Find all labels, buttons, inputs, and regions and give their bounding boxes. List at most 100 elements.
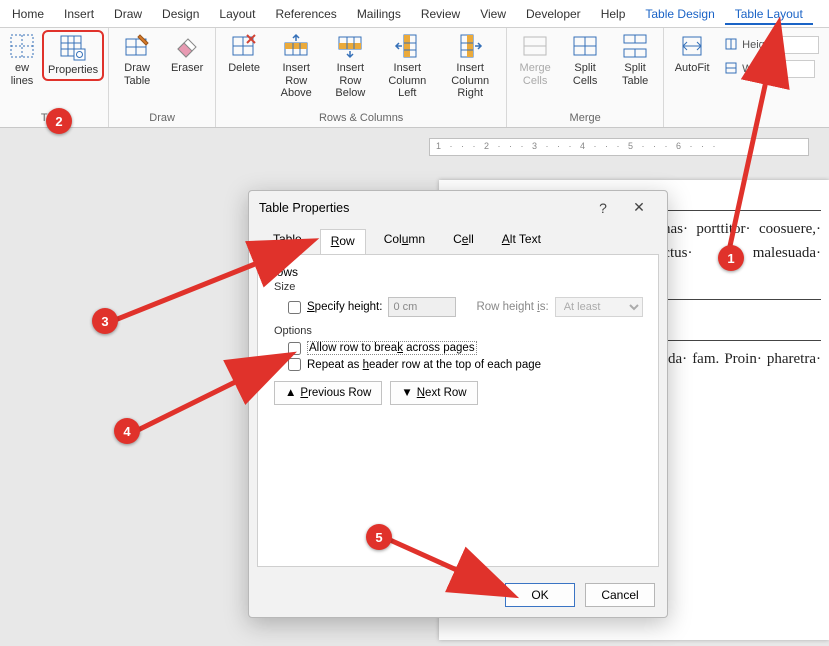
width-row: Width: — [724, 60, 819, 78]
insert-column-right-button[interactable]: Insert Column Right — [438, 30, 502, 102]
menu-layout[interactable]: Layout — [209, 3, 265, 25]
delete-icon — [230, 32, 258, 60]
annotation-badge-5: 5 — [366, 524, 392, 550]
menu-design[interactable]: Design — [152, 3, 209, 25]
table-properties-dialog: Table Properties ? ✕ Table Row Column Ce… — [248, 190, 668, 618]
height-input[interactable] — [781, 36, 819, 54]
ribbon-group-rows-columns: Delete Insert Row Above Insert Row Below… — [216, 28, 507, 127]
merge-cells-button[interactable]: Merge Cells — [511, 30, 559, 89]
properties-label: Properties — [48, 64, 98, 77]
view-gridlines-button[interactable]: ew lines — [4, 30, 40, 89]
merge-cells-icon — [521, 32, 549, 60]
ruler-ticks: 1 · · · 2 · · · 3 · · · 4 · · · 5 · · · … — [430, 139, 808, 151]
group-label-cellsize — [668, 122, 825, 127]
menu-draw[interactable]: Draw — [104, 3, 152, 25]
draw-table-button[interactable]: Draw Table — [113, 30, 161, 89]
dialog-body: Rows Size Specify height: Row height is:… — [257, 254, 659, 567]
dialog-tabs: Table Row Column Cell Alt Text — [249, 224, 667, 254]
size-subsection-label: Size — [274, 281, 648, 293]
group-label-merge: Merge — [511, 110, 659, 127]
properties-icon — [59, 34, 87, 62]
insert-row-below-button[interactable]: Insert Row Below — [324, 30, 376, 102]
annotation-badge-4: 4 — [114, 418, 140, 444]
specify-height-input[interactable] — [388, 297, 456, 317]
insert-right-label: Insert Column Right — [442, 62, 498, 100]
width-label: Width: — [742, 63, 773, 75]
menu-help[interactable]: Help — [591, 3, 636, 25]
repeat-header-checkbox[interactable] — [288, 358, 301, 371]
next-row-button[interactable]: ▼Next Row — [390, 381, 477, 405]
help-icon[interactable]: ? — [585, 200, 621, 216]
draw-table-icon — [123, 32, 151, 60]
split-table-button[interactable]: Split Table — [611, 30, 659, 89]
autofit-label: AutoFit — [675, 62, 710, 75]
insert-left-icon — [393, 32, 421, 60]
repeat-header-label: Repeat as header row at the top of each … — [307, 359, 541, 371]
tab-table[interactable]: Table — [263, 228, 312, 254]
dialog-footer: OK Cancel — [249, 575, 667, 617]
width-input[interactable] — [777, 60, 815, 78]
split-table-icon — [621, 32, 649, 60]
horizontal-ruler[interactable]: 1 · · · 2 · · · 3 · · · 4 · · · 5 · · · … — [429, 138, 809, 156]
tab-cell[interactable]: Cell — [443, 228, 484, 254]
ribbon-group-draw: Draw Table Eraser Draw — [109, 28, 216, 127]
arrow-down-icon: ▼ — [401, 387, 412, 399]
allow-break-label: Allow row to break across pages — [307, 341, 477, 355]
ribbon-group-cellsize: AutoFit Height: Width: — [664, 28, 829, 127]
menu-insert[interactable]: Insert — [54, 3, 104, 25]
insert-above-label: Insert Row Above — [274, 62, 318, 100]
close-icon[interactable]: ✕ — [621, 199, 657, 216]
arrow-up-icon: ▲ — [285, 387, 296, 399]
height-row: Height: — [724, 36, 819, 54]
options-subsection-label: Options — [274, 325, 648, 337]
height-label: Height: — [742, 39, 777, 51]
insert-column-left-button[interactable]: Insert Column Left — [378, 30, 436, 102]
menu-review[interactable]: Review — [411, 3, 470, 25]
specify-height-label: Specify height: — [307, 301, 382, 313]
delete-button[interactable]: Delete — [220, 30, 268, 77]
split-table-label: Split Table — [622, 62, 648, 87]
eraser-label: Eraser — [171, 62, 203, 75]
rows-section-label: Rows — [268, 265, 648, 279]
menu-table-layout[interactable]: Table Layout — [725, 3, 813, 25]
tab-alttext[interactable]: Alt Text — [492, 228, 551, 254]
group-label-draw: Draw — [113, 110, 211, 127]
insert-below-icon — [336, 32, 364, 60]
cancel-button[interactable]: Cancel — [585, 583, 655, 607]
eraser-button[interactable]: Eraser — [163, 30, 211, 77]
allow-break-checkbox[interactable] — [288, 342, 301, 355]
previous-row-button[interactable]: ▲Previous Row — [274, 381, 382, 405]
tab-row[interactable]: Row — [320, 229, 366, 255]
ok-button[interactable]: OK — [505, 583, 575, 607]
menu-view[interactable]: View — [470, 3, 516, 25]
width-icon — [724, 61, 738, 78]
split-cells-icon — [571, 32, 599, 60]
group-label-rows-columns: Rows & Columns — [220, 110, 502, 127]
ruler-area: 1 · · · 2 · · · 3 · · · 4 · · · 5 · · · … — [0, 128, 829, 156]
insert-row-above-button[interactable]: Insert Row Above — [270, 30, 322, 102]
split-cells-button[interactable]: Split Cells — [561, 30, 609, 89]
merge-cells-label: Merge Cells — [520, 62, 551, 87]
insert-below-label: Insert Row Below — [328, 62, 372, 100]
menu-home[interactable]: Home — [2, 3, 54, 25]
view-gridlines-label: ew lines — [11, 62, 34, 87]
menu-references[interactable]: References — [265, 3, 346, 25]
dialog-titlebar: Table Properties ? ✕ — [249, 191, 667, 224]
properties-button[interactable]: Properties — [42, 30, 104, 81]
menu-table-design[interactable]: Table Design — [635, 3, 724, 25]
ribbon: ew lines Properties Table Draw Table — [0, 28, 829, 128]
eraser-icon — [173, 32, 201, 60]
annotation-badge-2: 2 — [46, 108, 72, 134]
specify-height-checkbox[interactable] — [288, 301, 301, 314]
draw-table-label: Draw Table — [124, 62, 150, 87]
split-cells-label: Split Cells — [573, 62, 597, 87]
row-height-is-label: Row height is: — [476, 301, 548, 313]
insert-right-icon — [456, 32, 484, 60]
menu-mailings[interactable]: Mailings — [347, 3, 411, 25]
tab-column[interactable]: Column — [374, 228, 435, 254]
autofit-icon — [678, 32, 706, 60]
menu-developer[interactable]: Developer — [516, 3, 591, 25]
row-height-combo[interactable]: At least — [555, 297, 643, 317]
ribbon-group-merge: Merge Cells Split Cells Split Table Merg… — [507, 28, 664, 127]
autofit-button[interactable]: AutoFit — [668, 30, 716, 77]
